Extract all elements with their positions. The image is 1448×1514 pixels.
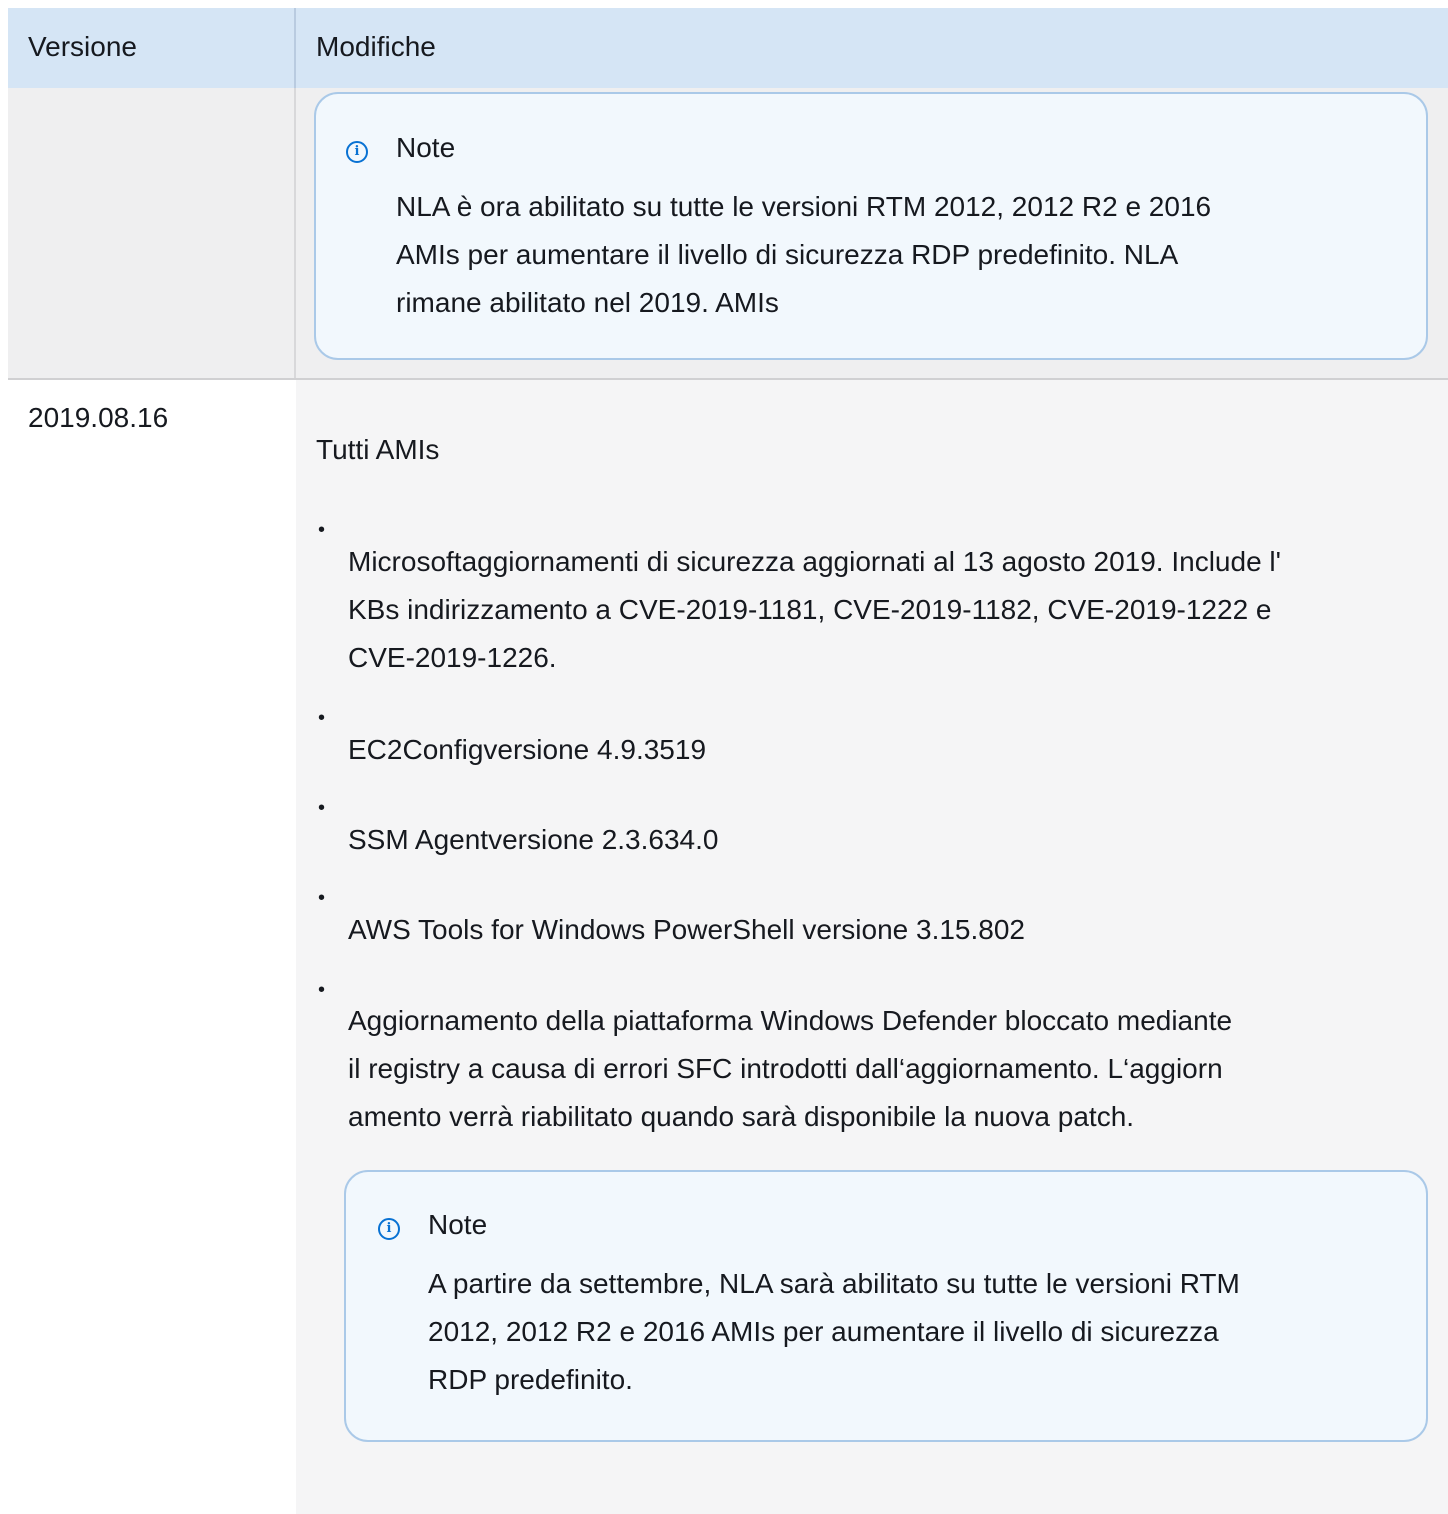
note-body: NLA è ora abilitato su tutte le versioni… <box>396 183 1406 327</box>
list-item-line: CVE-2019-1226. <box>348 642 557 673</box>
info-circle-icon: i <box>378 1218 400 1240</box>
bullet: • <box>318 979 326 1001</box>
list-item-line: Aggiornamento della piattaforma Windows … <box>348 1005 1233 1036</box>
list-item-line: KBs indirizzamento a CVE-2019-1181, CVE-… <box>348 594 1272 625</box>
note-line: rimane abilitato nel 2019. AMIs <box>396 287 779 318</box>
list-item: SSM Agentversione 2.3.634.0 <box>348 816 718 864</box>
note-box: i Note A partire da settembre, NLA sarà … <box>344 1170 1428 1442</box>
note-title: Note <box>396 132 456 163</box>
table-row: 2019.08.16 Tutti AMIs • Microsoftaggiorn… <box>8 380 1448 1514</box>
note-line: RDP predefinito. <box>428 1364 633 1395</box>
note-body: A partire da settembre, NLA sarà abilita… <box>428 1260 1408 1404</box>
list-item-line: il registry a causa di errori SFC introd… <box>348 1053 1223 1084</box>
list-item-line: EC2Configversione 4.9.3519 <box>348 734 707 765</box>
list-item-line: amento verrà riabilitato quando sarà dis… <box>348 1101 1135 1132</box>
header-version: Versione <box>28 31 137 62</box>
note-line: NLA è ora abilitato su tutte le versioni… <box>396 191 1212 222</box>
column-divider <box>294 88 296 378</box>
bullet: • <box>318 797 326 819</box>
bullet: • <box>318 519 326 541</box>
intro-text: Tutti AMIs <box>316 434 440 465</box>
note-line: 2012, 2012 R2 e 2016 AMIs per aumentare … <box>428 1316 1219 1347</box>
info-circle-icon: i <box>346 141 368 163</box>
note-line: AMIs per aumentare il livello di sicurez… <box>396 239 1179 270</box>
bullet: • <box>318 707 326 729</box>
table-row: i Note NLA è ora abilitato su tutte le v… <box>8 88 1448 380</box>
bullet: • <box>318 887 326 909</box>
list-item-line: SSM Agentversione 2.3.634.0 <box>348 824 719 855</box>
note-title: Note <box>428 1209 488 1240</box>
changes-content: Tutti AMIs • Microsoftaggiornamenti di s… <box>296 380 1448 1514</box>
list-item: Aggiornamento della piattaforma Windows … <box>348 997 1232 1141</box>
header-changes: Modifiche <box>316 31 436 62</box>
list-item: AWS Tools for Windows PowerShell version… <box>348 906 1025 954</box>
table-header: Versione Modifiche <box>8 8 1448 88</box>
list-item: EC2Configversione 4.9.3519 <box>348 726 706 774</box>
release-notes-table: Versione Modifiche i Note NLA è ora abil… <box>8 8 1448 1514</box>
version-label: 2019.08.16 <box>28 402 169 433</box>
note-line: A partire da settembre, NLA sarà abilita… <box>428 1268 1240 1299</box>
list-item-line: Microsoftaggiornamenti di sicurezza aggi… <box>348 546 1281 577</box>
list-item-line: AWS Tools for Windows PowerShell version… <box>348 914 1025 945</box>
note-box: i Note NLA è ora abilitato su tutte le v… <box>314 92 1428 360</box>
list-item: Microsoftaggiornamenti di sicurezza aggi… <box>348 538 1281 682</box>
